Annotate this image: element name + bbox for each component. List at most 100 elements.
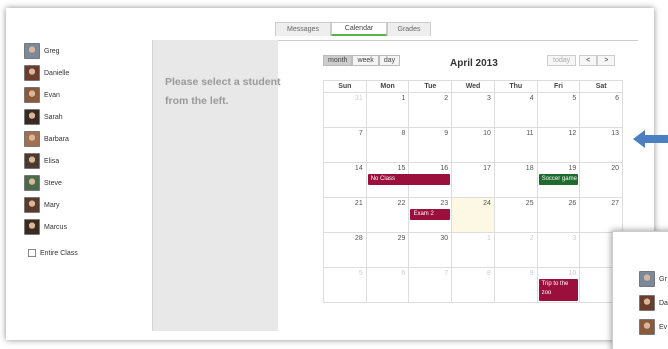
day-number: 11 bbox=[526, 130, 534, 137]
calendar-day[interactable]: 2 bbox=[409, 93, 453, 128]
calendar-day[interactable]: 12 bbox=[537, 128, 581, 163]
month-view-button[interactable]: month bbox=[323, 55, 353, 66]
next-month-button[interactable]: > bbox=[597, 55, 616, 66]
calendar-day[interactable]: 1 bbox=[452, 233, 495, 268]
calendar-day[interactable]: 30 bbox=[409, 233, 453, 268]
weekday-header: Fri bbox=[537, 81, 581, 93]
calendar-day[interactable]: 8 bbox=[366, 128, 410, 163]
week-view-button[interactable]: week bbox=[352, 55, 379, 66]
day-number: 9 bbox=[444, 130, 449, 137]
calendar-day[interactable]: 31 bbox=[324, 93, 367, 128]
student-item-danielle[interactable]: Danielle bbox=[24, 62, 134, 84]
calendar-day[interactable]: 23 Exam 2 bbox=[409, 198, 453, 233]
popup-student-item[interactable]: Ev bbox=[639, 319, 667, 335]
calendar-day[interactable]: 5 bbox=[537, 93, 581, 128]
day-number: 19 bbox=[568, 165, 577, 172]
day-number: 10 bbox=[568, 270, 577, 277]
calendar-week-row: 21 22 23 Exam 2 24 25 26 27 bbox=[324, 198, 624, 233]
calendar-day[interactable]: 6 bbox=[366, 268, 410, 303]
event-no-class[interactable]: No Class bbox=[367, 174, 451, 185]
calendar-day[interactable]: 9 bbox=[494, 268, 538, 303]
calendar-day[interactable]: 11 bbox=[494, 128, 538, 163]
event-soccer-game[interactable]: Soccer game bbox=[538, 174, 579, 185]
student-name: Ev bbox=[659, 323, 668, 331]
entire-class-option[interactable]: Entire Class bbox=[28, 249, 78, 257]
tab-grades[interactable]: Grades bbox=[387, 22, 431, 36]
calendar-day[interactable]: 26 bbox=[537, 198, 581, 233]
day-number: 22 bbox=[397, 200, 406, 207]
calendar-day[interactable]: 19 Soccer game bbox=[537, 163, 581, 198]
calendar-day[interactable]: 28 bbox=[324, 233, 367, 268]
calendar-day[interactable]: 7 bbox=[324, 128, 367, 163]
day-number: 18 bbox=[525, 165, 534, 172]
popup-student-item[interactable]: Da bbox=[639, 295, 668, 311]
calendar-day[interactable]: 3 bbox=[537, 233, 581, 268]
calendar-title: April 2013 bbox=[450, 58, 498, 69]
avatar bbox=[24, 153, 40, 169]
student-detail-panel: Please select a student from the left. bbox=[152, 40, 281, 331]
day-number: 27 bbox=[611, 200, 620, 207]
student-item-evan[interactable]: Evan bbox=[24, 84, 134, 106]
calendar-day[interactable]: 22 bbox=[366, 198, 410, 233]
calendar-day[interactable]: 9 bbox=[409, 128, 453, 163]
day-number: 6 bbox=[615, 95, 620, 102]
calendar-week-row: 14 15 No Class 16 17 18 19 Soccer game 20 bbox=[324, 163, 624, 198]
event-trip-to-the-zoo[interactable]: Trip to the zoo bbox=[538, 279, 579, 301]
tab-calendar[interactable]: Calendar bbox=[331, 22, 387, 36]
day-number: 23 bbox=[440, 200, 449, 207]
student-name: Greg bbox=[44, 47, 60, 55]
calendar-week-row: 5678910Trip to the zoo11 bbox=[324, 268, 624, 303]
view-switcher: month week day bbox=[323, 55, 401, 66]
tab-messages[interactable]: Messages bbox=[275, 22, 331, 36]
calendar-day[interactable]: 10 bbox=[452, 128, 495, 163]
day-number: 7 bbox=[444, 270, 449, 277]
day-number: 31 bbox=[354, 95, 363, 102]
student-item-steve[interactable]: Steve bbox=[24, 172, 134, 194]
calendar-day[interactable]: 10 Trip to the zoo bbox=[537, 268, 581, 303]
entire-class-checkbox[interactable] bbox=[28, 249, 36, 257]
calendar-day[interactable]: 3 bbox=[452, 93, 495, 128]
calendar-day[interactable]: 8 bbox=[452, 268, 495, 303]
calendar-day[interactable]: 18 bbox=[494, 163, 538, 198]
prev-month-button[interactable]: < bbox=[579, 55, 598, 66]
student-item-greg[interactable]: Greg bbox=[24, 40, 134, 62]
weekday-header-row: Sun Mon Tue Wed Thu Fri Sat bbox=[324, 81, 624, 93]
calendar-day[interactable]: 21 bbox=[324, 198, 367, 233]
calendar-day[interactable]: 13 bbox=[580, 128, 624, 163]
calendar-day[interactable]: 20 bbox=[580, 163, 624, 198]
calendar-day[interactable]: 25 bbox=[494, 198, 538, 233]
calendar-week-row: 2829301234 bbox=[324, 233, 624, 268]
student-name: Sarah bbox=[44, 113, 63, 121]
day-number: 25 bbox=[525, 200, 534, 207]
popup-student-item[interactable]: Gr bbox=[639, 271, 667, 287]
day-number: 8 bbox=[486, 270, 491, 277]
student-item-sarah[interactable]: Sarah bbox=[24, 106, 134, 128]
student-name: Barbara bbox=[44, 135, 69, 143]
event-exam-2[interactable]: Exam 2 bbox=[410, 209, 451, 220]
calendar-day-today[interactable]: 24 bbox=[452, 198, 495, 233]
avatar bbox=[24, 43, 40, 59]
calendar-day[interactable]: 1 bbox=[366, 93, 410, 128]
day-number: 15 bbox=[397, 165, 406, 172]
day-number: 1 bbox=[401, 95, 406, 102]
calendar-day[interactable]: 17 bbox=[452, 163, 495, 198]
calendar-day[interactable]: 5 bbox=[324, 268, 367, 303]
calendar-day[interactable]: 6 bbox=[580, 93, 624, 128]
student-list: Greg Danielle Evan Sarah Barbara Elisa Steve Ma… bbox=[24, 40, 134, 238]
calendar-day[interactable]: 2 bbox=[494, 233, 538, 268]
student-item-barbara[interactable]: Barbara bbox=[24, 128, 134, 150]
student-item-marcus[interactable]: Marcus bbox=[24, 216, 134, 238]
today-button[interactable]: today bbox=[547, 55, 577, 66]
student-item-elisa[interactable]: Elisa bbox=[24, 150, 134, 172]
day-number: 7 bbox=[358, 130, 363, 137]
calendar-day[interactable]: 27 bbox=[580, 198, 624, 233]
day-view-button[interactable]: day bbox=[378, 55, 401, 66]
calendar-day[interactable]: 4 bbox=[494, 93, 538, 128]
calendar-day[interactable]: 14 bbox=[324, 163, 367, 198]
day-number: 24 bbox=[483, 200, 491, 207]
calendar-day[interactable]: 29 bbox=[366, 233, 410, 268]
day-number: 10 bbox=[483, 130, 491, 137]
student-item-mary[interactable]: Mary bbox=[24, 194, 134, 216]
calendar-day[interactable]: 7 bbox=[409, 268, 453, 303]
calendar-day[interactable]: 15 No Class bbox=[366, 163, 451, 198]
